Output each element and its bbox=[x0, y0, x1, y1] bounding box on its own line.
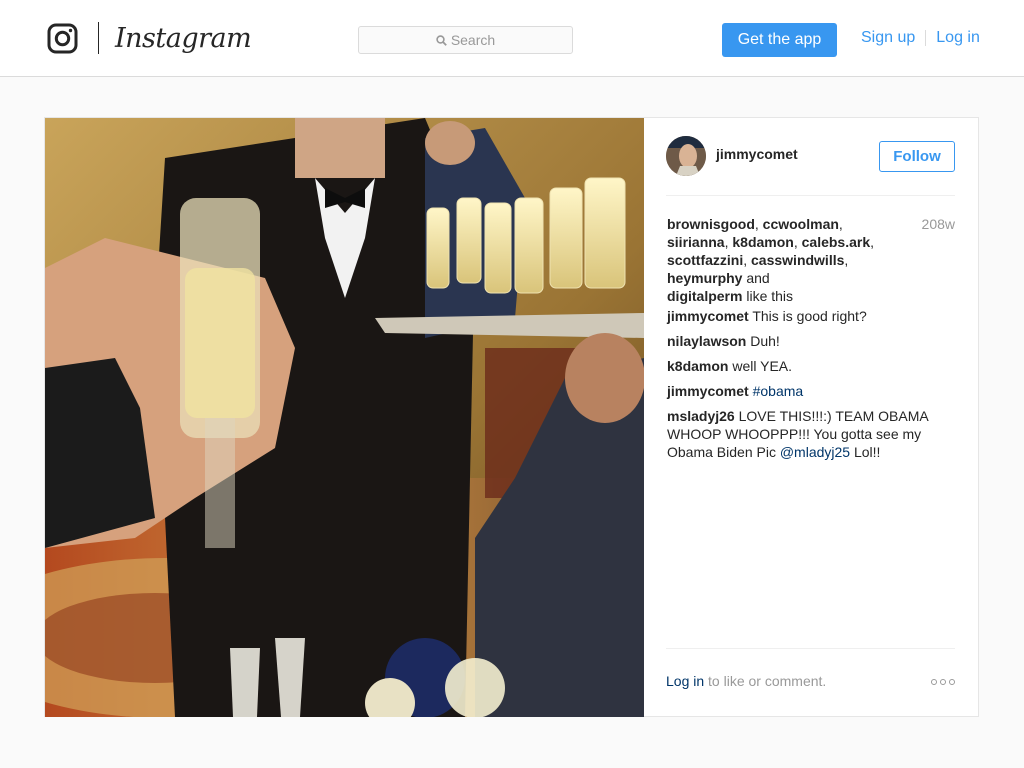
footer-log-in-link[interactable]: Log in bbox=[666, 673, 704, 689]
instagram-wordmark[interactable]: Instagram bbox=[115, 20, 252, 58]
login-prompt-text: to like or comment. bbox=[708, 673, 827, 689]
avatar-image bbox=[666, 136, 706, 176]
instagram-camera-icon[interactable] bbox=[47, 23, 78, 54]
liker-username[interactable]: heymurphy bbox=[667, 270, 742, 286]
more-dot bbox=[931, 679, 937, 685]
comment-text-after: Lol!! bbox=[853, 444, 881, 460]
liker-username[interactable]: digitalperm bbox=[667, 288, 742, 304]
login-prompt: Log in to like or comment. bbox=[666, 673, 826, 689]
liker-separator: , bbox=[754, 216, 763, 232]
comment: k8damon well YEA. bbox=[667, 357, 957, 375]
more-dot bbox=[949, 679, 955, 685]
comment: nilaylawson Duh! bbox=[667, 332, 957, 350]
follow-button[interactable]: Follow bbox=[879, 141, 955, 172]
comment-list: jimmycomet This is good right? nilaylaws… bbox=[667, 307, 957, 468]
sign-up-link[interactable]: Sign up bbox=[861, 29, 915, 47]
post-card: jimmycomet Follow brownisgood, ccwoolman… bbox=[44, 117, 979, 717]
comment: jimmycomet This is good right? bbox=[667, 307, 957, 325]
likes-and: and bbox=[746, 270, 770, 286]
post-sidebar: jimmycomet Follow brownisgood, ccwoolman… bbox=[644, 118, 979, 716]
mention-link[interactable]: @mladyj25 bbox=[780, 444, 850, 460]
more-dot bbox=[940, 679, 946, 685]
liker-username[interactable]: calebs.ark bbox=[802, 234, 871, 250]
more-options-icon[interactable] bbox=[931, 679, 955, 685]
comment-text: well YEA. bbox=[732, 358, 793, 374]
hashtag-link[interactable]: #obama bbox=[753, 383, 804, 399]
liker-separator: , bbox=[743, 252, 752, 268]
comment-text: This is good right? bbox=[752, 308, 867, 324]
liker-separator: , bbox=[838, 216, 843, 232]
log-in-link[interactable]: Log in bbox=[936, 29, 980, 47]
comment-username[interactable]: nilaylawson bbox=[667, 333, 746, 349]
get-the-app-button[interactable]: Get the app bbox=[722, 23, 837, 57]
liker-separator: , bbox=[844, 252, 849, 268]
liker-username[interactable]: k8damon bbox=[732, 234, 793, 250]
likes-suffix: like this bbox=[746, 288, 794, 304]
liker-username[interactable]: casswindwills bbox=[751, 252, 844, 268]
post-timestamp[interactable]: 208w bbox=[922, 215, 955, 233]
post-header: jimmycomet Follow bbox=[666, 136, 955, 196]
comment: jimmycomet #obama bbox=[667, 382, 957, 400]
comment-username[interactable]: msladyj26 bbox=[667, 408, 735, 424]
comment-username[interactable]: jimmycomet bbox=[667, 383, 749, 399]
auth-separator bbox=[925, 30, 927, 46]
search-icon bbox=[436, 34, 447, 46]
likes-summary: brownisgood, ccwoolman, siirianna, k8dam… bbox=[667, 215, 907, 305]
liker-username[interactable]: siirianna bbox=[667, 234, 725, 250]
top-bar: Instagram Search Get the app Sign up Log… bbox=[0, 0, 1024, 77]
comment: msladyj26 LOVE THIS!!!:) TEAM OBAMA WHOO… bbox=[667, 407, 957, 461]
liker-username[interactable]: scottfazzini bbox=[667, 252, 743, 268]
comment-username[interactable]: jimmycomet bbox=[667, 308, 749, 324]
author-username[interactable]: jimmycomet bbox=[716, 146, 798, 162]
search-input[interactable]: Search bbox=[358, 26, 573, 54]
author-avatar[interactable] bbox=[666, 136, 706, 176]
liker-separator: , bbox=[793, 234, 802, 250]
comment-username[interactable]: k8damon bbox=[667, 358, 728, 374]
liker-username[interactable]: ccwoolman bbox=[763, 216, 839, 232]
post-photo[interactable] bbox=[45, 118, 644, 717]
liker-list: brownisgood, ccwoolman, siirianna, k8dam… bbox=[667, 216, 874, 286]
post-footer: Log in to like or comment. bbox=[666, 648, 955, 716]
auth-links: Sign up Log in bbox=[861, 29, 980, 47]
comment-text: Duh! bbox=[750, 333, 780, 349]
liker-separator: , bbox=[870, 234, 875, 250]
search-placeholder: Search bbox=[450, 32, 496, 48]
liker-username[interactable]: brownisgood bbox=[667, 216, 755, 232]
logo-divider bbox=[98, 22, 99, 54]
post-photo-image bbox=[45, 118, 644, 717]
